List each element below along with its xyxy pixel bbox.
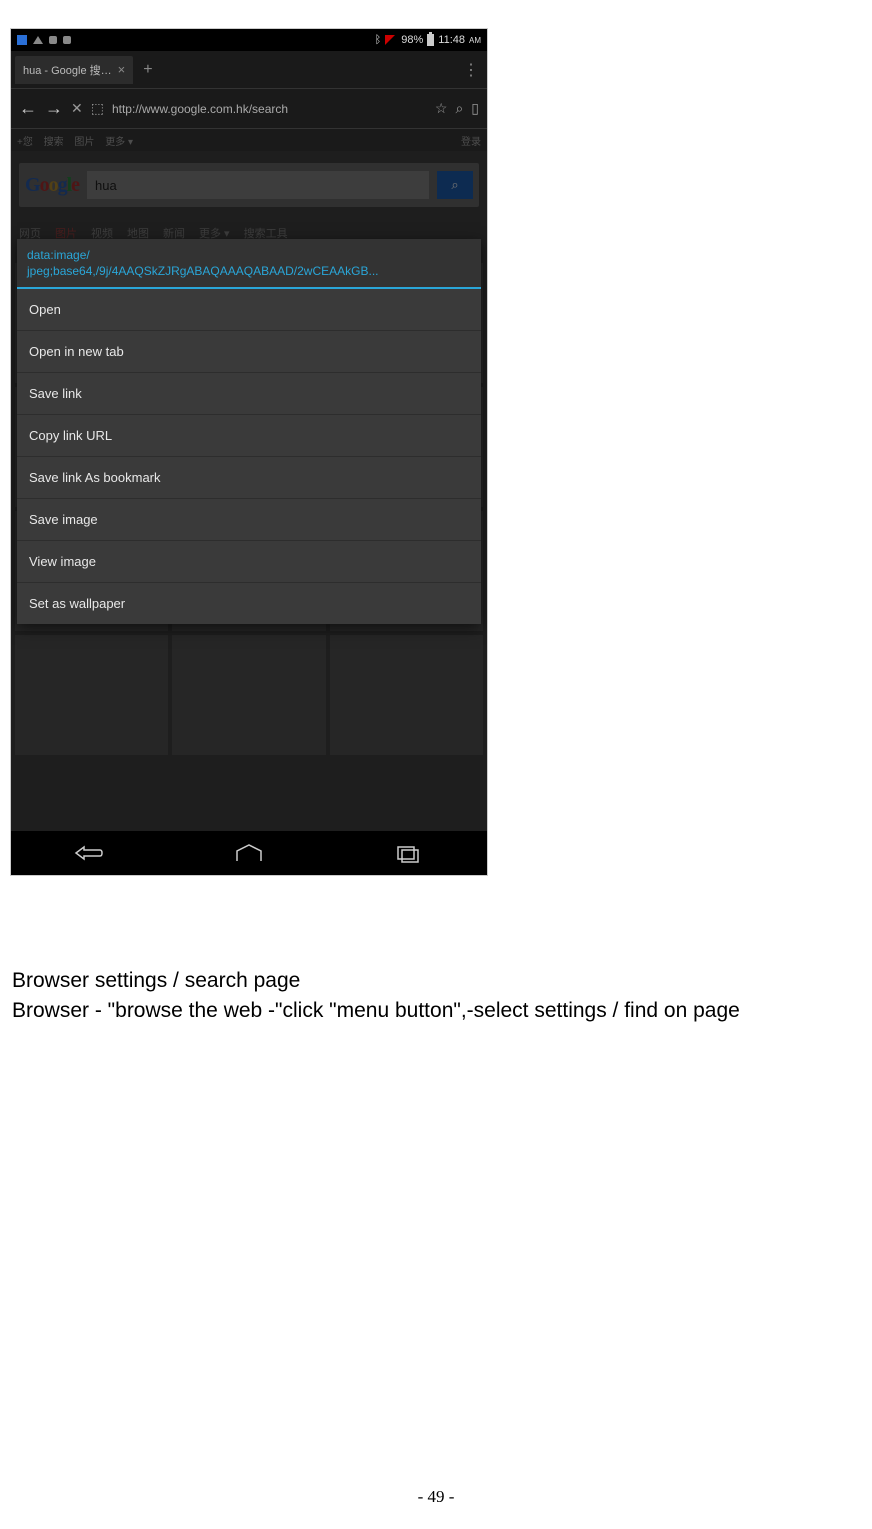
stop-icon[interactable]: ✕ — [71, 100, 83, 117]
url-bar: ← → ✕ ⬚ http://www.google.com.hk/search … — [11, 89, 487, 129]
search-icon[interactable]: ⌕ — [455, 100, 463, 117]
tab-overflow-icon[interactable]: ⋮ — [463, 60, 479, 80]
status-bar: ᛒ 98% 11:48 AM — [11, 29, 487, 51]
site-icon: ⬚ — [91, 100, 104, 117]
battery-icon — [427, 34, 434, 46]
close-tab-icon[interactable]: × — [118, 62, 126, 77]
android-navbar — [11, 831, 487, 875]
browser-tab[interactable]: hua - Google 搜… × — [15, 56, 133, 84]
ctx-copy-link-url[interactable]: Copy link URL — [17, 415, 481, 457]
home-nav-icon[interactable] — [233, 843, 265, 863]
notif-icon-3 — [49, 36, 57, 44]
signal-icon — [385, 35, 397, 45]
recents-nav-icon[interactable] — [392, 843, 424, 863]
page-content: +您 搜索 图片 更多 ▾ 登录 Google hua ⌕ — [11, 129, 487, 831]
page-number: - 49 - — [0, 1487, 872, 1507]
document-body: Browser settings / search page Browser -… — [10, 966, 862, 1027]
clock-time: 11:48 — [438, 34, 465, 46]
url-text[interactable]: http://www.google.com.hk/search — [112, 102, 427, 116]
clock-ampm: AM — [469, 36, 481, 45]
ctx-view-image[interactable]: View image — [17, 541, 481, 583]
new-tab-icon[interactable]: + — [143, 61, 152, 79]
bluetooth-icon: ᛒ — [375, 34, 382, 46]
bookmark-icon[interactable]: ▯ — [471, 100, 479, 117]
ctx-save-image[interactable]: Save image — [17, 499, 481, 541]
doc-line: Browser settings / search page — [12, 966, 862, 996]
ctx-save-bookmark[interactable]: Save link As bookmark — [17, 457, 481, 499]
forward-icon[interactable]: → — [45, 98, 63, 119]
star-icon[interactable]: ☆ — [435, 100, 448, 117]
back-nav-icon[interactable] — [74, 843, 106, 863]
doc-line: Browser - "browse the web -"click "menu … — [12, 996, 862, 1026]
ctx-open[interactable]: Open — [17, 289, 481, 331]
ctx-save-link[interactable]: Save link — [17, 373, 481, 415]
back-icon[interactable]: ← — [19, 98, 37, 119]
ctx-set-wallpaper[interactable]: Set as wallpaper — [17, 583, 481, 624]
context-menu-header: data:image/jpeg;base64,/9j/4AAQSkZJRgABA… — [17, 239, 481, 289]
browser-tab-row: hua - Google 搜… × + ⋮ — [11, 51, 487, 89]
notif-icon — [17, 35, 27, 45]
phone-screenshot: ᛒ 98% 11:48 AM hua - Google 搜… × + ⋮ ← →… — [10, 28, 488, 876]
notif-icon-4 — [63, 36, 71, 44]
notif-icon-2 — [33, 36, 43, 44]
ctx-open-new-tab[interactable]: Open in new tab — [17, 331, 481, 373]
context-menu: data:image/jpeg;base64,/9j/4AAQSkZJRgABA… — [17, 239, 481, 624]
battery-pct: 98% — [401, 34, 423, 46]
tab-title: hua - Google 搜… — [23, 62, 112, 78]
